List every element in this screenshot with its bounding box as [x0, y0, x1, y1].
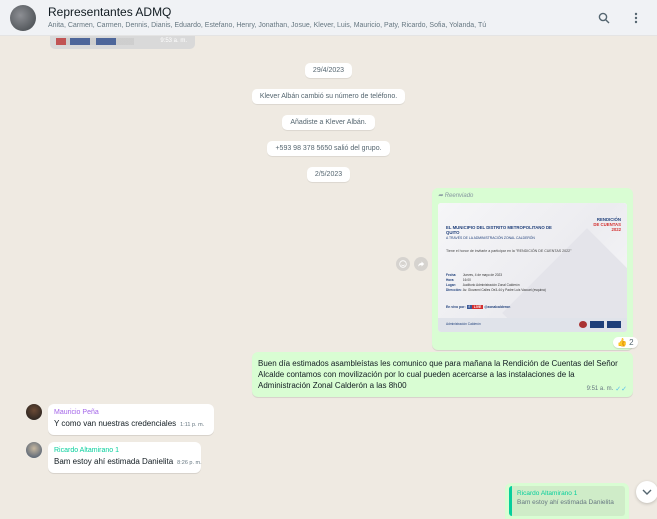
- incoming-message[interactable]: Ricardo Altamirano 1 Bam estoy ahí estim…: [48, 442, 202, 473]
- quoted-sender: Ricardo Altamirano 1: [517, 490, 578, 497]
- system-message: Añadiste a Klever Albán.: [0, 111, 657, 130]
- forwarded-icon: ➦: [438, 193, 445, 199]
- search-icon: [598, 12, 610, 23]
- quoted-message[interactable]: Ricardo Altamirano 1 Bam estoy ahí estim…: [509, 486, 625, 516]
- message-text: Bam estoy ahí estimada Danielita 8:26 p. …: [54, 457, 202, 466]
- message-text: Buen día estimados asambleístas les comu…: [258, 359, 618, 390]
- reaction-badge[interactable]: 👍 2: [613, 337, 638, 348]
- forward-button[interactable]: [414, 257, 428, 271]
- sender-name[interactable]: Ricardo Altamirano 1: [54, 446, 195, 456]
- outgoing-message[interactable]: Buen día estimados asambleístas les comu…: [252, 352, 633, 397]
- message-meta: 9:51 a. m. ✓✓: [587, 385, 627, 393]
- chat-area: 9:53 a. m. 29/4/2023 Klever Albán cambió…: [0, 36, 657, 519]
- message-time: 9:53 a. m.: [160, 38, 187, 44]
- message-time: 1:11 p. m.: [180, 422, 205, 428]
- react-button[interactable]: [396, 257, 410, 271]
- outgoing-reply-message[interactable]: Ricardo Altamirano 1 Bam estoy ahí estim…: [505, 483, 629, 519]
- event-poster-image[interactable]: RENDICIÓN DE CUENTAS 2022 EL MUNICIPIO D…: [438, 203, 627, 332]
- menu-button[interactable]: [625, 7, 647, 29]
- forwarded-image-message[interactable]: ➦ Reenviado RENDICIÓN DE CUENTAS 2022 EL…: [432, 188, 633, 350]
- quoted-text: Bam estoy ahí estimada Danielita: [517, 499, 614, 506]
- clipped-image-preview: [56, 38, 134, 45]
- message-time: 9:51 a. m.: [586, 386, 614, 392]
- system-message: +593 98 378 5650 salió del grupo.: [0, 137, 657, 156]
- emoji-icon: [399, 260, 407, 268]
- date-separator: 29/4/2023: [0, 59, 657, 78]
- read-ticks-icon: ✓✓: [615, 386, 627, 393]
- header-info[interactable]: Representantes ADMQ Anita, Carmen, Carme…: [48, 5, 583, 31]
- poster-footer: Administración Calderón: [438, 318, 627, 332]
- chevron-down-icon: [642, 489, 652, 495]
- group-members: Anita, Carmen, Carmen, Dennis, Dianis, E…: [48, 21, 487, 29]
- message-time: 8:26 p. m.: [177, 460, 202, 466]
- group-name: Representantes ADMQ: [48, 4, 172, 19]
- poster-invite: Tiene el honor de invitarle a participar…: [446, 249, 572, 253]
- poster-title: EL MUNICIPIO DEL DISTRITO METROPOLITANO …: [446, 225, 552, 235]
- forward-icon: [418, 261, 425, 267]
- forwarded-label: ➦ Reenviado: [438, 193, 474, 199]
- avatar[interactable]: [26, 442, 42, 458]
- poster-social: En vivo por: f LIVE @zonalcalderon: [446, 305, 511, 309]
- incoming-message[interactable]: Mauricio Peña Y como van nuestras creden…: [48, 404, 214, 435]
- kebab-menu-icon: [634, 12, 638, 23]
- message-text: Y como van nuestras credenciales 1:11 p. …: [54, 419, 205, 428]
- group-avatar[interactable]: [10, 4, 36, 31]
- poster-logos: [579, 321, 621, 328]
- avatar[interactable]: [26, 404, 42, 420]
- live-badge: LIVE: [471, 305, 484, 309]
- poster-subtitle: A TRAVÉS DE LA ADMINISTRACIÓN ZONAL CALD…: [446, 236, 535, 240]
- chat-header: Representantes ADMQ Anita, Carmen, Carme…: [0, 0, 657, 36]
- poster-details: Fecha: Jueves, 4 de mayo de 2023 Hora: 1…: [446, 273, 546, 292]
- date-separator: 2/5/2023: [0, 163, 657, 182]
- search-button[interactable]: [593, 7, 615, 29]
- system-message: Klever Albán cambió su número de teléfon…: [0, 85, 657, 104]
- poster-brand: RENDICIÓN DE CUENTAS 2022: [593, 217, 621, 232]
- clipped-image-message[interactable]: 9:53 a. m.: [50, 36, 195, 49]
- sender-name[interactable]: Mauricio Peña: [54, 408, 208, 418]
- scroll-to-bottom-button[interactable]: [636, 481, 657, 503]
